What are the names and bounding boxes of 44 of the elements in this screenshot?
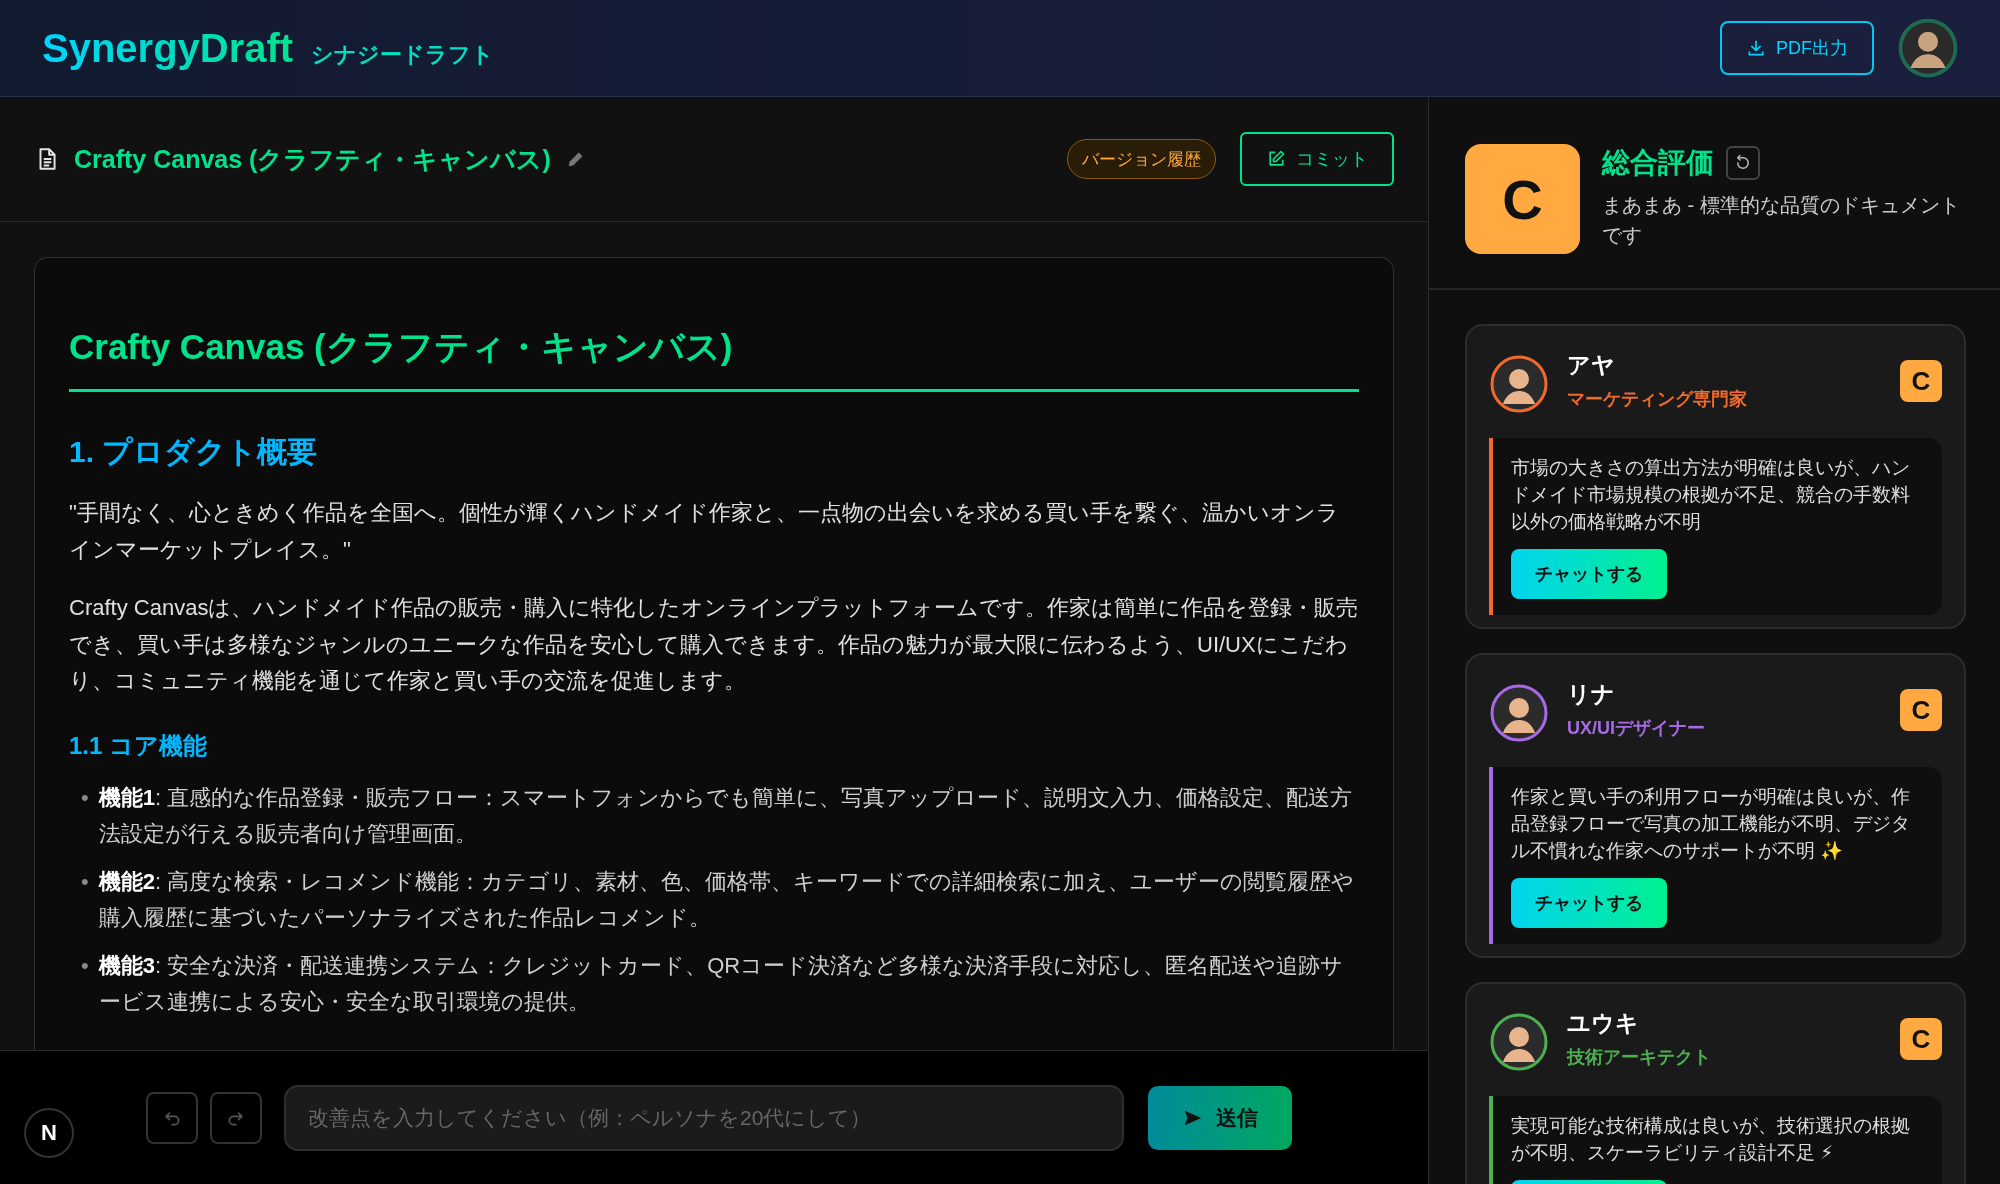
feedback-text: 実現可能な技術構成は良いが、技術選択の根拠が不明、スケーラビリティ設計不足 ⚡ [1511,1114,1911,1165]
bullet: • [81,867,89,896]
user-avatar-icon[interactable] [1898,18,1958,78]
document-title: Crafty Canvas (クラフティ・キャンバス) [74,143,551,175]
refresh-icon [1734,154,1752,172]
feedback-text: 作家と買い手の利用フローが明確は良いが、作品登録フローで写真の加工機能が不明、デジタル不慣れな作家へのサポートが不明 ✨ [1511,785,1911,863]
persona-role: UX/UIデザイナー [1567,717,1706,740]
app-badge[interactable]: N [24,1107,74,1158]
edit-icon [1266,149,1286,169]
persona-name: アヤ [1567,351,1616,380]
subsection-heading: 1.1 コア機能 [69,730,209,761]
feedback-text: 市場の大きさの算出方法が明確は良いが、ハンドメイド市場規模の根拠が不足、競合の手数料以外の価格戦略が不明 [1511,456,1911,534]
overall-summary: まあまあ - 標準的な品質のドキュメントです [1602,193,1961,248]
feature-list-item: 機能2: 高度な検索・レコメンド機能：カテゴリ、素材、色、価格帯、キーワードでの詳細検索に加え、ユーザーの閲覧履歴や購入履歴に基づいたパーソナライズされた作品レコメンド。 [98,867,1356,932]
download-icon [1746,38,1766,58]
document-heading: Crafty Canvas (クラフティ・キャンバス) [69,324,1359,392]
bullet: • [81,783,89,812]
persona-role: マーケティング専門家 [1567,388,1748,411]
persona-role: 技術アーキテクト [1567,1046,1712,1069]
persona-grade: C [1900,360,1942,402]
overall-grade: C [1465,144,1580,254]
persona-grade: C [1900,689,1942,731]
paragraph: "手間なく、心ときめく作品を全国へ。個性が輝くハンドメイド作家と、一点物の出会いを求める買い手を繋ぐ、温かいオンラインマーケットプレイス。" [69,499,1340,564]
persona-grade: C [1900,1018,1942,1060]
persona-avatar-icon [1489,354,1549,414]
send-button[interactable]: 送信 [1148,1085,1292,1150]
section-heading: 1. プロダクト概要 [69,434,319,470]
version-history-button[interactable]: バージョン履歴 [1067,139,1216,179]
bullet: • [81,951,89,980]
feature-list-item: 機能1: 直感的な作品登録・販売フロー：スマートフォンからでも簡単に、写真アップロード、説明文入力、価格設定、配送方法設定が行える販売者向け管理画面。 [98,783,1354,848]
refresh-button[interactable] [1726,146,1760,180]
persona-avatar-icon [1489,1012,1549,1072]
chat-button[interactable]: チャットする [1511,878,1667,928]
commit-button[interactable]: コミット [1240,132,1394,186]
persona-name: リナ [1567,680,1616,709]
persona-avatar-icon [1489,683,1549,743]
export-pdf-button[interactable]: PDF出力 [1720,21,1874,75]
persona-name: ユウキ [1567,1009,1640,1038]
overall-rating-title: 総合評価 [1602,146,1714,180]
chat-button[interactable]: チャットする [1511,549,1667,599]
paragraph: Crafty Canvasは、ハンドメイド作品の販売・購入に特化したオンラインプラットフォームです。作家は簡単に作品を登録・販売でき、買い手は多様なジャンルのユニークな作品を安心して購入できます。作品の魅力が最大限に伝わるよう、UI/UXにこだわり、コミュニティ機能を通じて作家と買い手の交流を促進します。 [69,594,1359,695]
app-subtitle: シナジードラフト [311,40,495,69]
improvement-input-field[interactable]: 改善点を入力してください（例：ペルソナを20代にして） [284,1084,1124,1151]
feature-list-item: 機能3: 安全な決済・配送連携システム：クレジットカード、QRコード決済など多様な決済手段に対応し、匿名配送や追跡サービス連携による安心・安全な取引環境の提供。 [98,951,1345,1016]
